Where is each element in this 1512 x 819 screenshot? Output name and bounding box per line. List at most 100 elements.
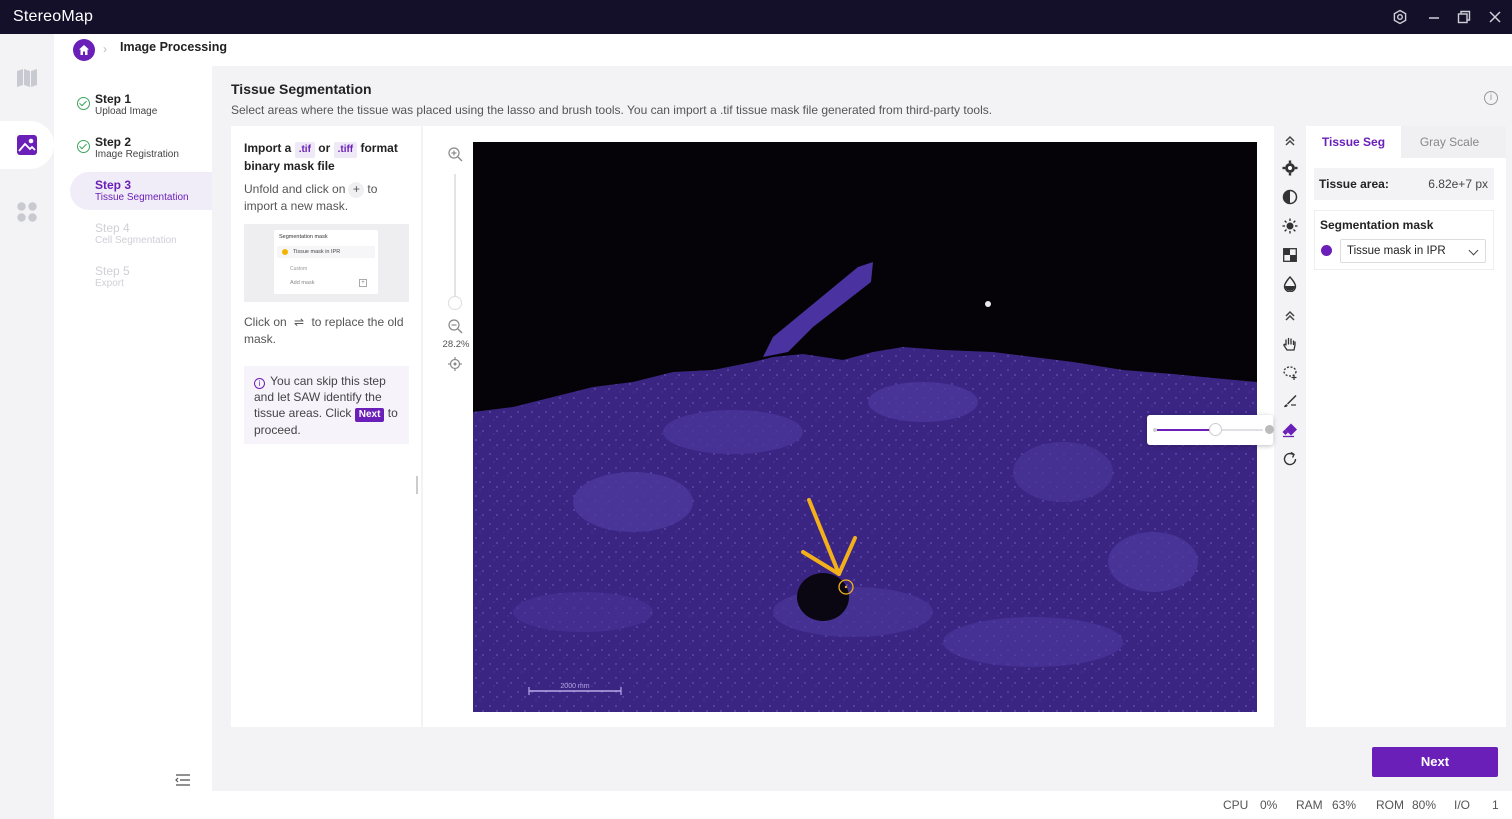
mask-color-swatch[interactable] xyxy=(1321,245,1332,256)
zoom-controls: 28.2% xyxy=(443,146,469,377)
app-title: StereoMap xyxy=(13,8,94,25)
ram-value: 63% xyxy=(1332,798,1357,812)
ram-label: RAM xyxy=(1296,798,1323,812)
preview-plus-icon: + xyxy=(359,279,367,287)
cpu-value: 0% xyxy=(1260,798,1278,812)
segmentation-mask-section: Segmentation mask Tissue mask in IPR xyxy=(1314,210,1494,270)
tool-column xyxy=(1275,126,1383,727)
step-4: Step 4 Cell Segmentation xyxy=(70,215,212,253)
minimize-icon[interactable] xyxy=(1426,9,1442,25)
check-circle-icon xyxy=(77,140,90,153)
rail-apps-icon[interactable] xyxy=(0,188,54,236)
recenter-icon[interactable] xyxy=(447,356,463,377)
swap-icon: ⇌ xyxy=(294,315,305,329)
brush-size-popup xyxy=(1147,415,1274,445)
close-icon[interactable] xyxy=(1487,9,1503,25)
brush-icon[interactable] xyxy=(1280,391,1300,411)
chevron-down-icon xyxy=(1468,245,1479,256)
rom-value: 80% xyxy=(1412,798,1437,812)
plus-icon: + xyxy=(348,182,365,198)
zoom-in-icon[interactable] xyxy=(447,146,463,167)
scale-bar-label: 2000 mm xyxy=(560,683,589,690)
unfold-hint: Unfold and click on + to import a new mask… xyxy=(244,181,414,215)
zoom-slider[interactable] xyxy=(454,174,456,304)
instructions-panel: Import a .tif or .tiff format binary mas… xyxy=(231,126,421,727)
eraser-icon[interactable] xyxy=(1280,420,1300,440)
hand-pan-icon[interactable] xyxy=(1280,334,1300,354)
preview-add: Add mask xyxy=(290,280,315,286)
tif-chip: .tif xyxy=(294,142,315,158)
replace-hint: Click on ⇌ to replace the old mask. xyxy=(244,314,414,348)
unfold-text-a: Unfold and click on xyxy=(244,182,346,196)
resize-handle[interactable] xyxy=(416,476,418,494)
collapse-up-icon[interactable] xyxy=(1280,306,1300,326)
nav-rail xyxy=(0,34,54,819)
step-5: Step 5 Export xyxy=(70,258,212,296)
step-3[interactable]: Step 3 Tissue Segmentation xyxy=(70,172,212,210)
step-subtitle: Cell Segmentation xyxy=(95,235,177,246)
tab-gray-scale[interactable]: Gray Scale xyxy=(1402,126,1497,158)
restore-icon[interactable] xyxy=(1456,9,1472,25)
tab-tissue-seg[interactable]: Tissue Seg xyxy=(1306,126,1401,158)
reset-icon[interactable] xyxy=(1280,449,1300,469)
preview-custom: Custom xyxy=(290,266,308,272)
page-title: Tissue Segmentation xyxy=(231,81,372,97)
step-subtitle: Export xyxy=(95,278,124,289)
tissue-image-canvas[interactable]: 2000 mm xyxy=(473,142,1257,712)
tissue-area-row: Tissue area: 6.82e+7 px xyxy=(1314,168,1494,200)
step-1[interactable]: Step 1 Upload Image xyxy=(70,86,212,124)
settings-gear-icon[interactable] xyxy=(1280,158,1300,178)
home-icon[interactable] xyxy=(73,39,95,61)
step-subtitle: Image Registration xyxy=(95,149,179,160)
step-subtitle: Upload Image xyxy=(95,106,158,117)
step-title: Step 3 xyxy=(95,178,132,192)
cpu-label: CPU xyxy=(1223,798,1249,812)
zoom-out-icon[interactable] xyxy=(447,318,463,339)
large-brush-dot xyxy=(1265,425,1274,434)
collapse-menu-icon[interactable] xyxy=(175,773,191,787)
checker-icon[interactable] xyxy=(1280,245,1300,265)
brush-size-handle[interactable] xyxy=(1209,423,1223,436)
step-2[interactable]: Step 2 Image Registration xyxy=(70,129,212,167)
brightness-icon[interactable] xyxy=(1280,216,1300,236)
check-circle-icon xyxy=(77,97,90,110)
zoom-level: 28.2% xyxy=(442,339,470,350)
steps-panel: Step 1 Upload Image Step 2 Image Registr… xyxy=(54,66,212,819)
step-subtitle: Tissue Segmentation xyxy=(95,192,189,203)
chevron-right-icon: › xyxy=(103,42,107,56)
tissue-area-label: Tissue area: xyxy=(1319,177,1389,191)
breadcrumb: › Image Processing xyxy=(54,34,1512,66)
step-title: Step 4 xyxy=(95,221,130,235)
preview-item: Tissue mask in IPR xyxy=(277,246,375,258)
rom-label: ROM xyxy=(1376,798,1404,812)
main-content: Tissue Segmentation Select areas where t… xyxy=(212,66,1512,791)
tissue-area-value: 6.82e+7 px xyxy=(1428,177,1488,191)
page-description: Select areas where the tissue was placed… xyxy=(231,103,993,117)
lasso-icon[interactable] xyxy=(1280,363,1300,383)
replace-text-a: Click on xyxy=(244,315,287,329)
zoom-slider-handle[interactable] xyxy=(448,296,462,310)
status-bar: CPU 0% RAM 63% ROM 80% I/O 1 xyxy=(212,791,1512,819)
info-icon[interactable]: i xyxy=(1484,91,1498,105)
settings-icon[interactable] xyxy=(1392,9,1408,25)
next-button[interactable]: Next xyxy=(1372,747,1498,777)
next-chip: Next xyxy=(354,408,385,422)
rail-map-icon[interactable] xyxy=(0,54,54,102)
import-heading: Import a .tif or .tiff format binary mas… xyxy=(244,140,414,174)
mask-select[interactable]: Tissue mask in IPR xyxy=(1340,239,1486,263)
tiff-chip: .tiff xyxy=(333,142,358,158)
skip-notice: i You can skip this step and let SAW ide… xyxy=(244,366,409,444)
seg-mask-label: Segmentation mask xyxy=(1320,218,1434,232)
mask-select-value: Tissue mask in IPR xyxy=(1347,245,1446,257)
step-title: Step 5 xyxy=(95,264,130,278)
step-title: Step 1 xyxy=(95,92,132,106)
io-value: 1 xyxy=(1492,798,1499,812)
rail-image-processing-icon[interactable] xyxy=(0,121,54,169)
opacity-drop-icon[interactable] xyxy=(1280,274,1300,294)
collapse-up-icon[interactable] xyxy=(1280,131,1300,151)
or-word: or xyxy=(318,141,331,155)
segmentation-panel: Tissue Seg Gray Scale Tissue area: 6.82e… xyxy=(1306,126,1506,727)
io-label: I/O xyxy=(1454,798,1471,812)
preview-card: Segmentation mask Tissue mask in IPR Cus… xyxy=(274,230,378,294)
contrast-icon[interactable] xyxy=(1280,187,1300,207)
